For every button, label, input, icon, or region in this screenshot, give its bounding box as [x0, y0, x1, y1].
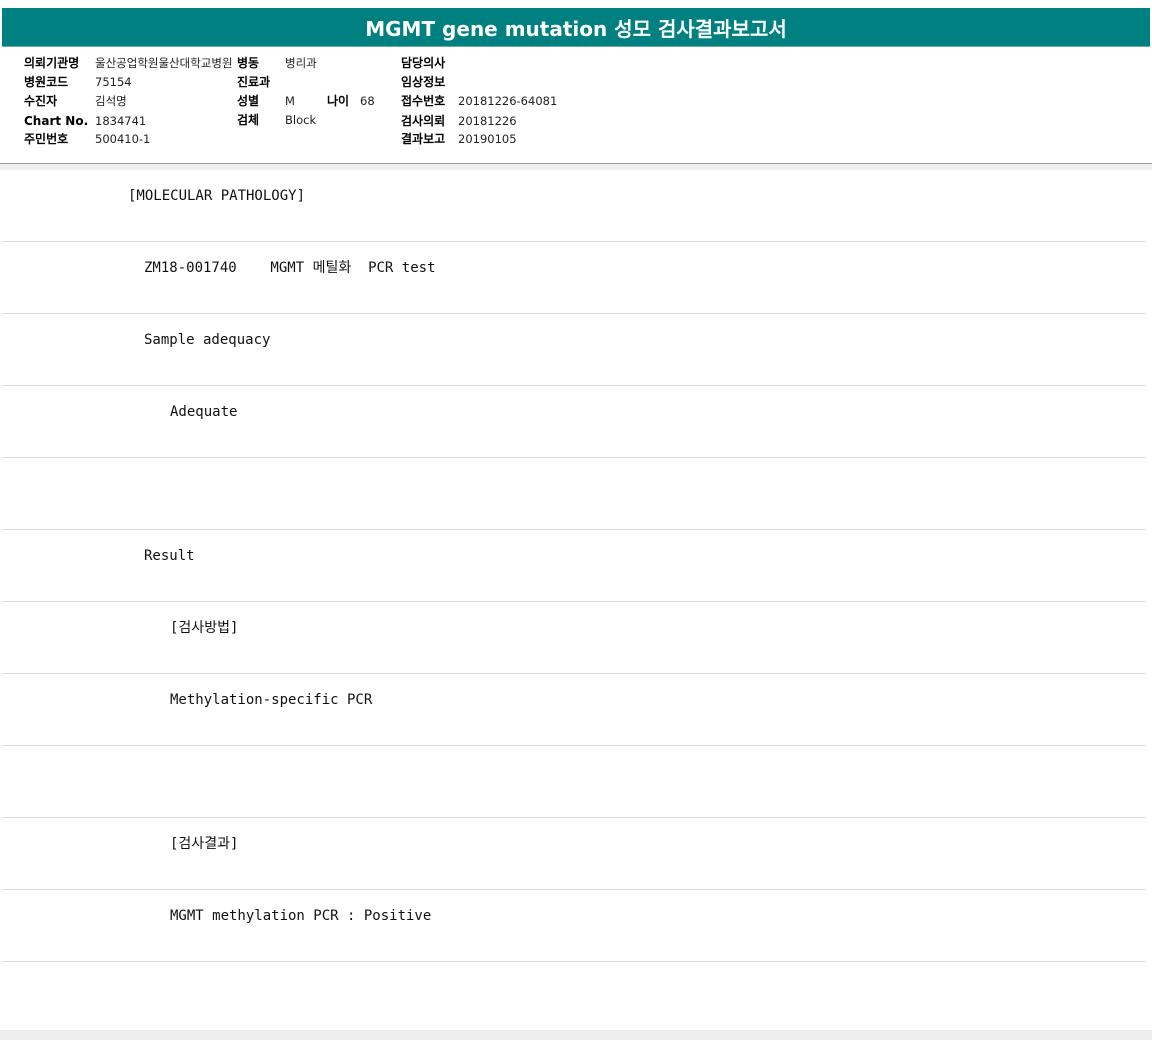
report-date-value: 20190105 [458, 132, 517, 146]
doctor-label: 담당의사 [401, 56, 446, 70]
clinical-info-label: 임상정보 [401, 75, 446, 89]
report-row: [검사결과] [2, 818, 1146, 890]
ward-label: 병동 [237, 56, 260, 70]
specimen-value: Block [285, 113, 317, 127]
chart-no-value: 1834741 [95, 114, 147, 128]
result-value: MGMT methylation PCR : Positive [170, 908, 432, 924]
chart-no-label: Chart No. [24, 114, 89, 128]
specimen-label: 검체 [237, 113, 260, 127]
age-value: 68 [360, 94, 375, 108]
report-row: Result [2, 530, 1146, 602]
sample-adequacy-value: Adequate [170, 404, 238, 420]
report-row: Adequate [2, 386, 1146, 458]
ward-value: 병리과 [285, 56, 317, 70]
report-date-label: 결과보고 [401, 132, 446, 146]
patient-value: 김석명 [95, 94, 127, 108]
report-row: MGMT methylation PCR : Positive [2, 890, 1146, 962]
bottom-spacer [0, 1030, 1152, 1040]
age-label: 나이 [327, 94, 350, 108]
request-date-label: 검사의뢰 [401, 114, 446, 128]
department-label: 진료과 [237, 75, 271, 89]
sample-adequacy-label: Sample adequacy [144, 332, 271, 348]
method-value: Methylation-specific PCR [170, 692, 373, 708]
hospital-code-label: 병원코드 [24, 75, 69, 89]
report-row [2, 746, 1146, 818]
report-row [2, 962, 1146, 1034]
hospital-code-value: 75154 [95, 75, 132, 89]
report-title: MGMT gene mutation 성모 검사결과보고서 [2, 8, 1150, 46]
report-row: [검사방법] [2, 602, 1146, 674]
result-subheading: [검사결과] [170, 836, 239, 852]
section-heading: [MOLECULAR PATHOLOGY] [128, 188, 306, 204]
resident-no-label: 주민번호 [24, 132, 69, 146]
report-page: MGMT gene mutation 성모 검사결과보고서 의뢰기관명 울산공업… [0, 0, 1152, 1040]
resident-no-value: 500410-1 [95, 132, 151, 146]
accession-label: 접수번호 [401, 94, 446, 108]
patient-info-header: 의뢰기관명 울산공업학원울산대학교병원 병원코드 75154 수진자 김석명 C… [0, 47, 1152, 163]
report-row: Sample adequacy [2, 314, 1146, 386]
report-row: Methylation-specific PCR [2, 674, 1146, 746]
result-heading: Result [144, 548, 195, 564]
sex-value: M [285, 94, 295, 108]
patient-label: 수진자 [24, 94, 58, 108]
request-date-value: 20181226 [458, 114, 517, 128]
report-row: ZM18-001740 MGMT 메틸화 PCR test [2, 242, 1146, 314]
sex-label: 성별 [237, 94, 260, 108]
test-id-line: ZM18-001740 MGMT 메틸화 PCR test [144, 260, 436, 276]
report-body: [MOLECULAR PATHOLOGY] ZM18-001740 MGMT 메… [0, 170, 1152, 1034]
institution-label: 의뢰기관명 [24, 56, 80, 70]
accession-value: 20181226-64081 [458, 94, 558, 108]
report-row [2, 458, 1146, 530]
method-heading: [검사방법] [170, 620, 239, 636]
institution-value: 울산공업학원울산대학교병원 [95, 56, 233, 70]
report-row: [MOLECULAR PATHOLOGY] [2, 170, 1146, 242]
